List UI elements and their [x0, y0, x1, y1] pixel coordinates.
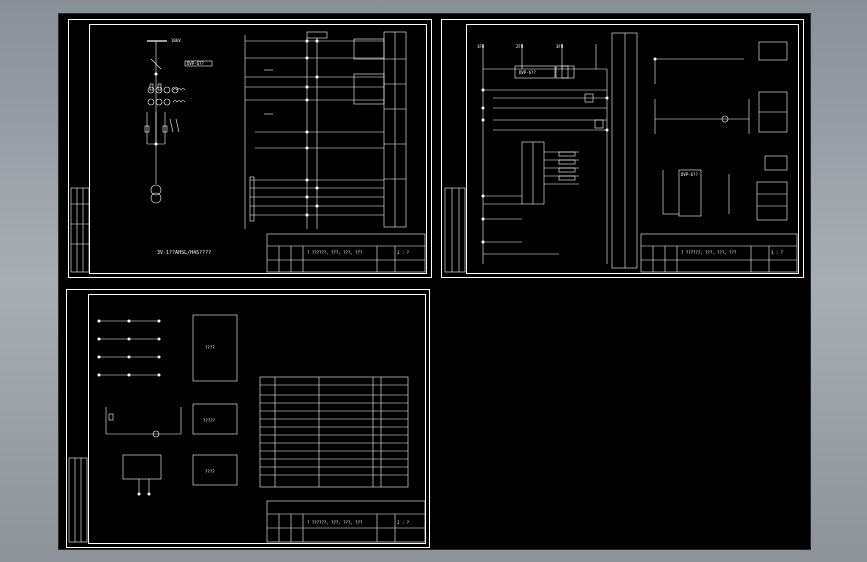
sheet-3-schematic: ???? ????? ???? ? ??????, ???, ???, ??? … [68, 314, 426, 543]
title-block-scale-3: 1 : ? [397, 520, 410, 525]
cad-drawing-viewport[interactable]: 10kV DVP-6?? 3V-1??AHSL/H4S???? ? ??????… [58, 13, 811, 550]
title-block-title-3: ? ??????, ???, ???, ??? [307, 520, 363, 525]
panel-box-label-1: ???? [205, 345, 215, 350]
panel-box-label-3: ???? [205, 469, 215, 474]
panel-box-label-2: ????? [203, 418, 216, 423]
